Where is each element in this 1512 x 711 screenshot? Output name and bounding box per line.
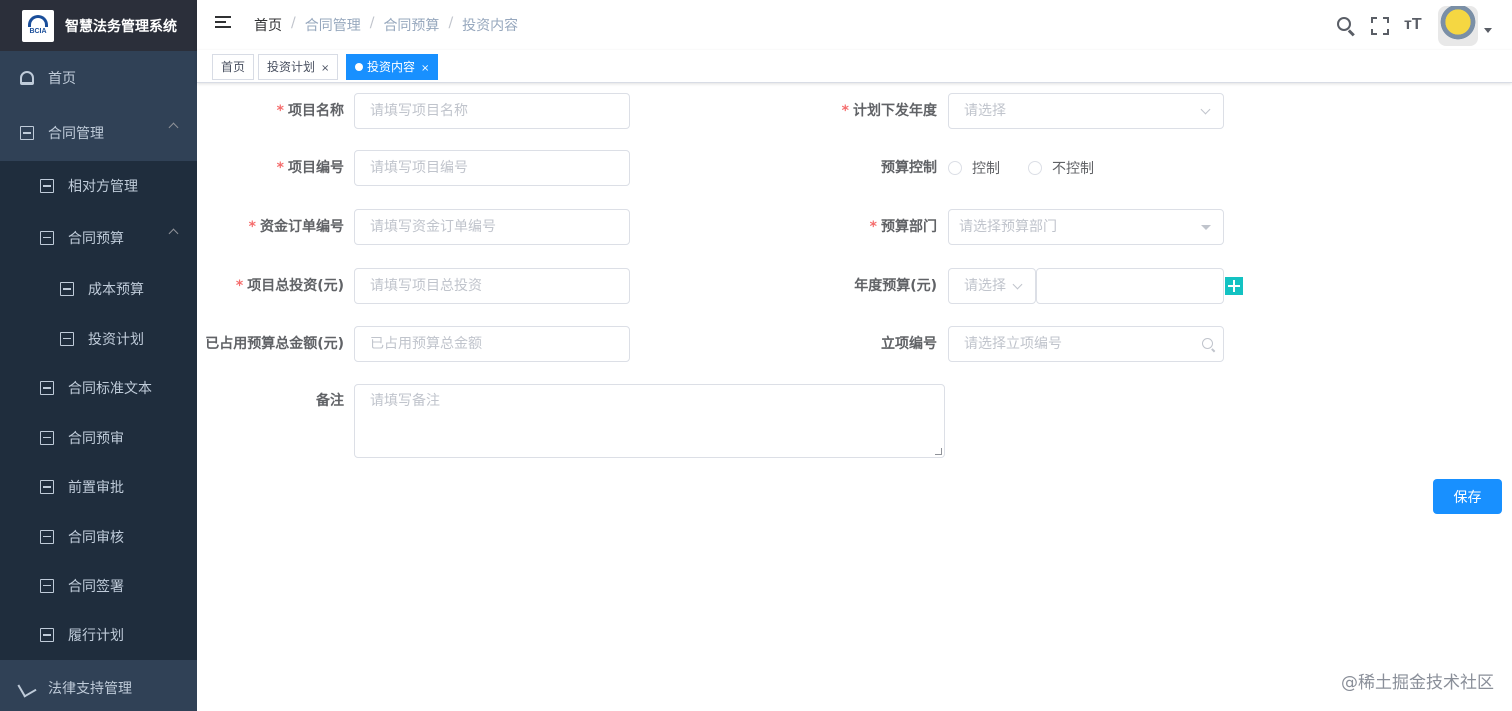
sidebar-item-label: 前置审批	[68, 480, 124, 496]
project-approval-code-label: 立项编号	[881, 336, 937, 352]
brand[interactable]: BCIA 智慧法务管理系统	[0, 0, 197, 51]
tag-investment-content[interactable]: 投资内容 ×	[346, 54, 439, 80]
sidebar-item-pre-review[interactable]: 合同预审	[0, 413, 197, 462]
sidebar-item-label: 首页	[48, 71, 76, 87]
budget-control-label: 预算控制	[881, 160, 937, 176]
close-icon[interactable]: ×	[421, 63, 429, 74]
document-icon	[40, 179, 54, 193]
project-approval-code-input[interactable]: 请选择立项编号	[948, 326, 1224, 362]
document-icon	[40, 628, 54, 642]
annual-budget-label: 年度预算(元)	[854, 278, 937, 294]
document-icon	[40, 529, 54, 544]
search-icon[interactable]	[1336, 16, 1356, 37]
sidebar-item-contract-management[interactable]: 合同管理	[0, 105, 197, 161]
save-button[interactable]: 保存	[1433, 479, 1502, 514]
active-dot-icon	[355, 63, 363, 71]
resize-handle[interactable]	[935, 448, 942, 455]
fullscreen-icon[interactable]	[1370, 16, 1390, 36]
budget-control-radio-no-control[interactable]: 不控制	[1028, 150, 1094, 186]
sidebar-item-label: 合同预算	[68, 230, 124, 247]
total-investment-input[interactable]: 请填写项目总投资	[354, 268, 630, 304]
sidebar-item-label: 合同预审	[68, 430, 124, 447]
sidebar-item-label: 履行计划	[68, 628, 124, 644]
sidebar-item-contract-review[interactable]: 合同审核	[0, 512, 197, 561]
plan-year-label: * 计划下发年度	[841, 103, 937, 119]
sidebar-item-investment-plan[interactable]: 投资计划	[0, 314, 197, 363]
caret-down-icon	[1484, 28, 1492, 33]
document-icon	[60, 331, 74, 346]
budget-control-radio-control[interactable]: 控制	[948, 150, 1000, 186]
watermark: @稀土掘金技术社区	[1341, 673, 1494, 693]
sidebar-item-performance-plan[interactable]: 履行计划	[0, 610, 197, 660]
breadcrumb-item-contract-management: 合同管理	[304, 18, 361, 34]
sidebar-item-pre-approval[interactable]: 前置审批	[0, 462, 197, 512]
plan-year-select[interactable]: 请选择	[948, 93, 1224, 129]
close-icon[interactable]: ×	[321, 63, 329, 74]
sidebar-item-label: 合同管理	[48, 126, 104, 142]
add-icon[interactable]	[1225, 277, 1243, 295]
document-icon	[40, 578, 54, 593]
sidebar-item-contract-signing[interactable]: 合同签署	[0, 561, 197, 610]
document-icon	[40, 480, 54, 494]
budget-dept-select[interactable]: 请选择预算部门	[948, 209, 1224, 245]
sidebar-item-legal-support[interactable]: 法律支持管理	[0, 660, 197, 711]
breadcrumb-item-contract-budget: 合同预算	[383, 18, 440, 34]
chevron-up-icon	[168, 122, 179, 133]
document-icon	[40, 381, 54, 395]
document-icon	[60, 282, 74, 296]
budget-dept-label: * 预算部门	[869, 219, 937, 235]
project-name-input[interactable]: 请填写项目名称	[354, 93, 630, 129]
sidebar-item-label: 合同审核	[68, 529, 124, 546]
project-code-label: * 项目编号	[276, 160, 344, 176]
radio-circle	[1028, 161, 1042, 175]
dashboard-icon	[20, 71, 34, 85]
bcia-logo: BCIA	[22, 9, 54, 42]
chevron-up-icon	[168, 228, 179, 239]
annual-budget-year-select[interactable]: 请选择	[948, 268, 1036, 304]
sidebar-item-contract-budget[interactable]: 合同预算	[0, 211, 197, 264]
radio-circle	[948, 161, 962, 175]
sidebar-item-home[interactable]: 首页	[0, 51, 197, 105]
project-name-label: * 项目名称	[276, 103, 344, 119]
tag-investment-plan[interactable]: 投资计划 ×	[258, 54, 339, 80]
annual-budget-amount-input[interactable]	[1036, 268, 1224, 304]
navbar-actions: тT	[1336, 6, 1492, 46]
user-menu[interactable]	[1438, 6, 1492, 46]
fund-order-code-input[interactable]: 请填写资金订单编号	[354, 209, 630, 245]
navbar: 首页 / 合同管理 / 合同预算 / 投资内容 тT	[197, 0, 1512, 50]
sidebar: BCIA 智慧法务管理系统 首页 合同管理 相对方管理 合同预算 成本预算 投资…	[0, 0, 197, 711]
breadcrumb-item-investment-content: 投资内容	[462, 18, 519, 34]
total-investment-label: * 项目总投资(元)	[235, 278, 344, 294]
project-code-input[interactable]: 请填写项目编号	[354, 150, 630, 186]
sidebar-item-label: 法律支持管理	[48, 680, 132, 697]
document-icon	[40, 230, 54, 245]
search-icon[interactable]	[1202, 338, 1213, 349]
app-title: 智慧法务管理系统	[65, 18, 177, 35]
sidebar-item-label: 成本预算	[88, 282, 144, 298]
sidebar-item-counterparty[interactable]: 相对方管理	[0, 161, 197, 211]
avatar[interactable]	[1438, 6, 1478, 46]
fund-order-code-label: * 资金订单编号	[248, 219, 344, 235]
font-size-icon[interactable]: тT	[1404, 16, 1424, 36]
sidebar-item-cost-budget[interactable]: 成本预算	[0, 264, 197, 314]
tag-home[interactable]: 首页	[212, 54, 255, 80]
used-budget-input[interactable]: 已占用预算总金额	[354, 326, 630, 362]
breadcrumb-item-home[interactable]: 首页	[254, 15, 282, 35]
used-budget-label: 已占用预算总金额(元)	[205, 336, 344, 352]
sidebar-item-label: 相对方管理	[68, 179, 138, 195]
breadcrumb: 首页 / 合同管理 / 合同预算 / 投资内容	[254, 15, 519, 35]
sidebar-item-label: 合同标准文本	[68, 381, 152, 397]
tags-view: 首页 投资计划 × 投资内容 ×	[197, 50, 1512, 83]
remark-label: 备注	[316, 393, 344, 409]
remark-textarea[interactable]: 请填写备注	[354, 384, 945, 458]
sidebar-item-label: 合同签署	[68, 578, 124, 595]
hamburger-icon[interactable]	[215, 16, 231, 30]
sidebar-item-label: 投资计划	[88, 331, 144, 348]
document-icon	[40, 430, 54, 445]
sidebar-item-standard-text[interactable]: 合同标准文本	[0, 363, 197, 413]
gavel-icon	[17, 677, 37, 698]
document-icon	[20, 126, 34, 140]
investment-content-form: * 项目名称 请填写项目名称 * 计划下发年度 请选择 * 项目编号 请填写项目编号 …	[197, 83, 1512, 711]
